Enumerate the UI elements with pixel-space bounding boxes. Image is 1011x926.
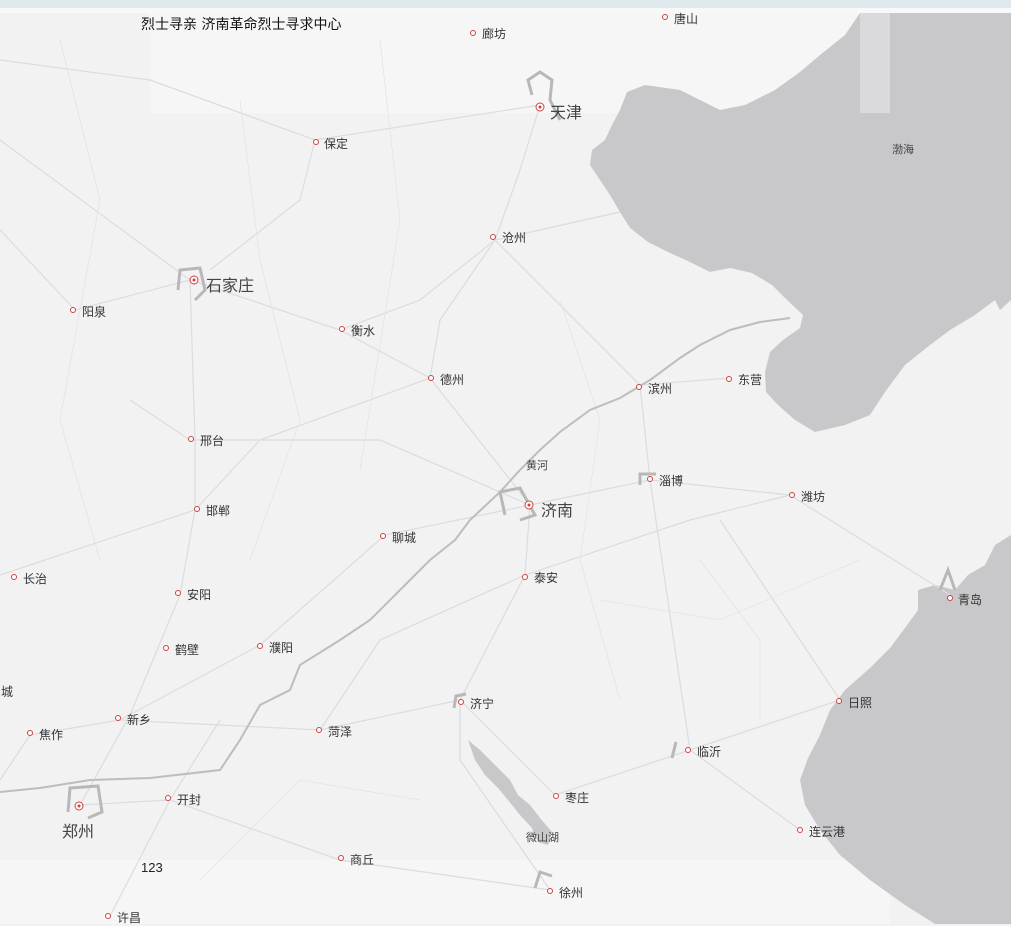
city-label-zaozhuang[interactable]: 枣庄 <box>565 789 589 806</box>
marker-lianyungang <box>797 827 803 833</box>
marker-xuchang <box>105 913 111 919</box>
city-label-shijiazhuang[interactable]: 石家庄 <box>206 272 254 296</box>
city-label-zibo[interactable]: 淄博 <box>659 472 683 489</box>
city-label-puyang[interactable]: 濮阳 <box>269 639 293 656</box>
marker-puyang <box>257 643 263 649</box>
city-label-qingdao[interactable]: 青岛 <box>958 591 982 608</box>
city-label-jining[interactable]: 济宁 <box>470 695 494 712</box>
yellow-river-label: 黄河 <box>526 459 548 472</box>
marker-changzhi <box>11 574 17 580</box>
marker-kaifeng <box>165 795 171 801</box>
marker-taian <box>522 574 528 580</box>
marker-dongying <box>726 376 732 382</box>
city-label-liaocheng[interactable]: 聊城 <box>392 529 416 546</box>
marker-rizhao <box>836 698 842 704</box>
city-label-rizhao[interactable]: 日照 <box>848 694 872 711</box>
city-label-zhengzhou[interactable]: 郑州 <box>62 818 94 842</box>
marker-xinxiang <box>115 715 121 721</box>
city-label-xuchang[interactable]: 许昌 <box>117 909 141 926</box>
marker-handan <box>194 506 200 512</box>
city-label-kaifeng[interactable]: 开封 <box>177 791 201 808</box>
city-label-handan[interactable]: 邯郸 <box>206 502 230 519</box>
marker-linyi <box>685 747 691 753</box>
marker-baoding <box>313 139 319 145</box>
city-label-jiaozuo[interactable]: 焦作 <box>39 726 63 743</box>
map-canvas[interactable] <box>0 13 1011 924</box>
marker-anyang <box>175 590 181 596</box>
marker-hengshui <box>339 326 345 332</box>
weishan-lake-label: 微山湖 <box>526 831 559 844</box>
cut-city-label: 城 <box>1 685 14 699</box>
marker-zaozhuang <box>553 793 559 799</box>
page-title: 烈士寻亲 济南革命烈士寻求中心 <box>141 17 342 33</box>
city-label-tangshan[interactable]: 唐山 <box>674 10 698 27</box>
marker-yangquan <box>70 307 76 313</box>
city-label-jinan[interactable]: 济南 <box>541 497 573 521</box>
marker-langfang <box>470 30 476 36</box>
marker-liaocheng <box>380 533 386 539</box>
marker-binzhou <box>636 384 642 390</box>
marker-xingtai <box>188 436 194 442</box>
city-label-baoding[interactable]: 保定 <box>324 135 348 152</box>
marker-jiaozuo <box>27 730 33 736</box>
city-label-dongying[interactable]: 东营 <box>738 371 762 388</box>
marker-hebi <box>163 645 169 651</box>
city-label-langfang[interactable]: 廊坊 <box>482 25 506 42</box>
city-label-xingtai[interactable]: 邢台 <box>200 432 224 449</box>
city-label-shangqiu[interactable]: 商丘 <box>350 851 374 868</box>
marker-jining <box>458 699 464 705</box>
city-label-dezhou[interactable]: 德州 <box>440 371 464 388</box>
city-label-binzhou[interactable]: 滨州 <box>648 380 672 397</box>
city-label-xinxiang[interactable]: 新乡 <box>127 711 151 728</box>
marker-zibo <box>647 476 653 482</box>
city-label-xuzhou[interactable]: 徐州 <box>559 884 583 901</box>
city-label-weifang[interactable]: 潍坊 <box>801 488 825 505</box>
marker-weifang <box>789 492 795 498</box>
bohai-label: 渤海 <box>892 143 914 156</box>
marker-heze <box>316 727 322 733</box>
city-label-yangquan[interactable]: 阳泉 <box>82 303 106 320</box>
marker-shangqiu <box>338 855 344 861</box>
city-label-tianjin[interactable]: 天津 <box>550 99 582 123</box>
city-label-cangzhou[interactable]: 沧州 <box>502 229 526 246</box>
top-bar <box>0 0 1011 8</box>
count-label: 123 <box>141 860 163 875</box>
city-label-heze[interactable]: 菏泽 <box>328 723 352 740</box>
marker-tangshan <box>662 14 668 20</box>
marker-qingdao <box>947 595 953 601</box>
city-label-lianyungang[interactable]: 连云港 <box>809 823 845 840</box>
marker-cangzhou <box>490 234 496 240</box>
sea-tile-edge <box>860 13 890 113</box>
city-label-linyi[interactable]: 临沂 <box>697 743 721 760</box>
marker-xuzhou <box>547 888 553 894</box>
city-label-changzhi[interactable]: 长治 <box>23 570 47 587</box>
city-label-hebi[interactable]: 鹤壁 <box>175 641 199 658</box>
marker-dezhou <box>428 375 434 381</box>
city-label-hengshui[interactable]: 衡水 <box>351 322 375 339</box>
city-label-taian[interactable]: 泰安 <box>534 569 558 586</box>
city-label-anyang[interactable]: 安阳 <box>187 586 211 603</box>
